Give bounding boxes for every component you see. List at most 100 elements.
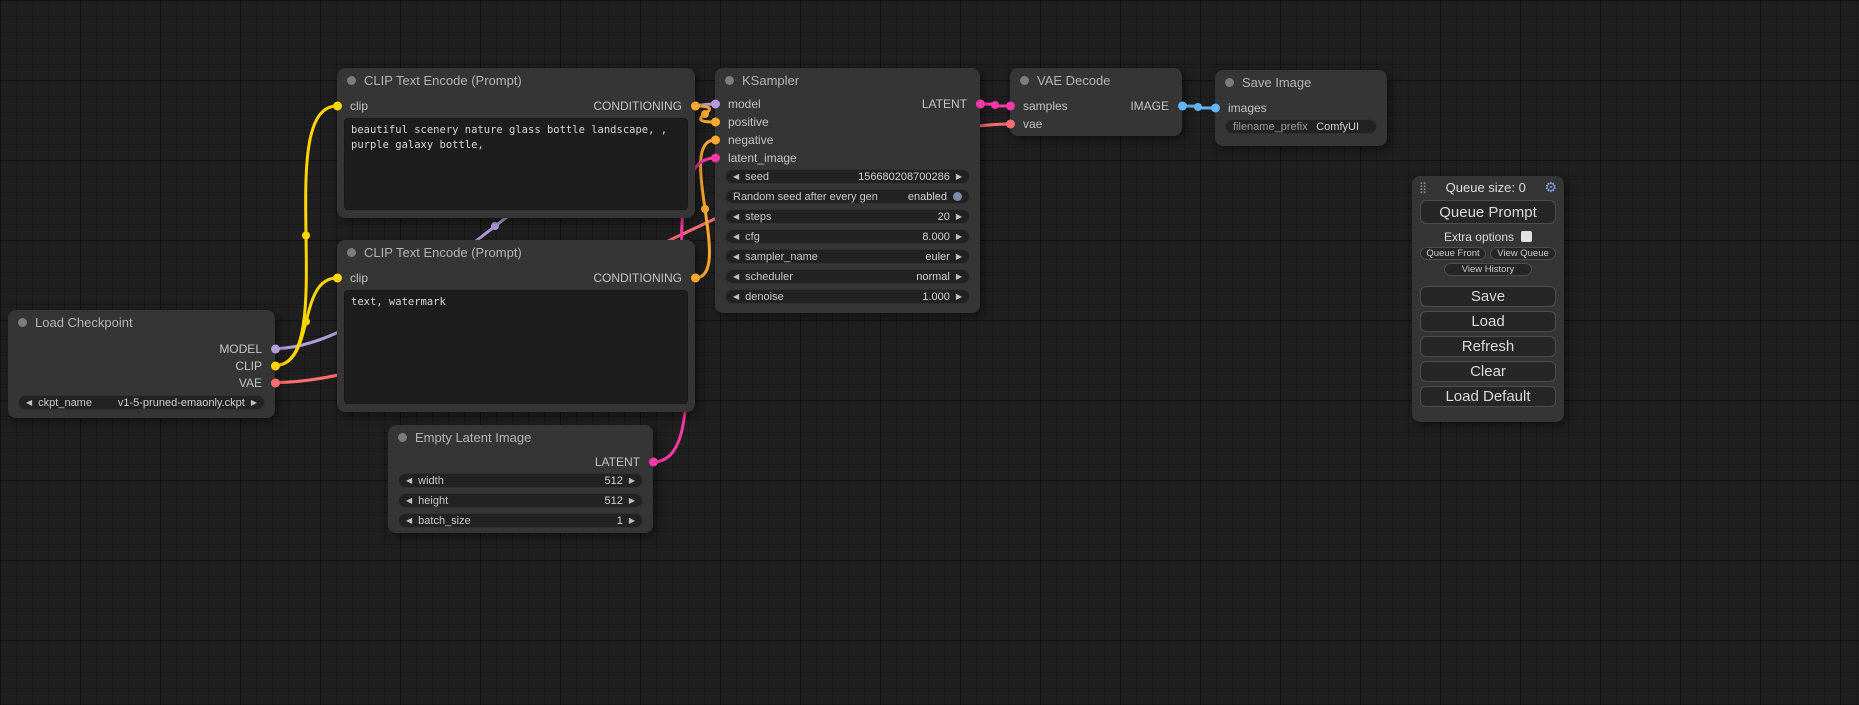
output-port-latent[interactable]: [649, 458, 658, 467]
input-port-vae[interactable]: [1006, 120, 1015, 129]
input-port-latent-image[interactable]: [711, 154, 720, 163]
extra-options-checkbox[interactable]: [1521, 231, 1532, 242]
collapse-icon[interactable]: [1225, 78, 1234, 87]
widget-cfg[interactable]: ◀ cfg 8.000 ▶: [725, 229, 970, 244]
toggle-ball-icon[interactable]: [953, 192, 962, 201]
prompt-text-input[interactable]: text, watermark: [344, 290, 688, 404]
collapse-icon[interactable]: [18, 318, 27, 327]
widget-label: Random seed after every gen: [733, 191, 878, 203]
output-label-clip: CLIP: [235, 359, 262, 373]
increment-icon[interactable]: ▶: [956, 233, 962, 241]
collapse-icon[interactable]: [725, 76, 734, 85]
output-port-image[interactable]: [1178, 102, 1187, 111]
node-clip-text-encode-negative[interactable]: CLIP Text Encode (Prompt) clip CONDITION…: [337, 240, 695, 412]
widget-ckpt-name[interactable]: ◀ ckpt_name v1-5-pruned-emaonly.ckpt ▶: [18, 395, 265, 410]
input-port-clip[interactable]: [333, 102, 342, 111]
node-empty-latent-image[interactable]: Empty Latent Image LATENT ◀ width 512 ▶ …: [388, 425, 653, 533]
node-header[interactable]: Load Checkpoint: [8, 310, 275, 334]
collapse-icon[interactable]: [398, 433, 407, 442]
input-port-images[interactable]: [1211, 104, 1220, 113]
decrement-icon[interactable]: ◀: [733, 233, 739, 241]
increment-icon[interactable]: ▶: [629, 477, 635, 485]
node-title: VAE Decode: [1037, 73, 1110, 88]
wire-midpoint-dot: [302, 318, 310, 326]
widget-scheduler[interactable]: ◀ scheduler normal ▶: [725, 269, 970, 284]
load-button[interactable]: Load: [1420, 311, 1556, 332]
input-port-positive[interactable]: [711, 118, 720, 127]
save-button[interactable]: Save: [1420, 286, 1556, 307]
decrement-icon[interactable]: ◀: [733, 173, 739, 181]
output-port-conditioning[interactable]: [691, 274, 700, 283]
node-header[interactable]: CLIP Text Encode (Prompt): [337, 240, 695, 264]
increment-icon[interactable]: ▶: [629, 517, 635, 525]
graph-canvas[interactable]: Load Checkpoint MODEL CLIP VAE ◀ ckpt_na…: [0, 0, 1859, 705]
input-label-samples: samples: [1023, 99, 1068, 113]
node-header[interactable]: VAE Decode: [1010, 68, 1182, 92]
output-port-conditioning[interactable]: [691, 102, 700, 111]
widget-seed[interactable]: ◀ seed 156680208700286 ▶: [725, 169, 970, 184]
output-port-latent[interactable]: [976, 100, 985, 109]
node-header[interactable]: Empty Latent Image: [388, 425, 653, 449]
output-port-model[interactable]: [271, 344, 280, 353]
widget-batch-size[interactable]: ◀ batch_size 1 ▶: [398, 513, 643, 528]
node-header[interactable]: KSampler: [715, 68, 980, 92]
slot-row-latent-image: latent_image: [715, 149, 980, 167]
queue-front-button[interactable]: Queue Front: [1420, 247, 1486, 260]
output-port-clip[interactable]: [271, 361, 280, 370]
input-port-negative[interactable]: [711, 136, 720, 145]
node-ksampler[interactable]: KSampler model LATENT positive negative …: [715, 68, 980, 313]
decrement-icon[interactable]: ◀: [733, 293, 739, 301]
queue-prompt-button[interactable]: Queue Prompt: [1420, 200, 1556, 224]
input-label-negative: negative: [728, 133, 773, 147]
slot-row-clip: clip CONDITIONING: [337, 269, 695, 287]
view-queue-button[interactable]: View Queue: [1490, 247, 1556, 260]
input-port-model[interactable]: [711, 100, 720, 109]
increment-icon[interactable]: ▶: [956, 173, 962, 181]
decrement-icon[interactable]: ◀: [406, 477, 412, 485]
decrement-icon[interactable]: ◀: [733, 253, 739, 261]
widget-label: denoise: [745, 291, 784, 303]
load-default-button[interactable]: Load Default: [1420, 386, 1556, 407]
refresh-button[interactable]: Refresh: [1420, 336, 1556, 357]
increment-icon[interactable]: ▶: [956, 293, 962, 301]
clear-button[interactable]: Clear: [1420, 361, 1556, 382]
increment-icon[interactable]: ▶: [251, 399, 257, 407]
increment-icon[interactable]: ▶: [629, 497, 635, 505]
node-header[interactable]: CLIP Text Encode (Prompt): [337, 68, 695, 92]
decrement-icon[interactable]: ◀: [406, 517, 412, 525]
decrement-icon[interactable]: ◀: [733, 213, 739, 221]
slot-row-images: images: [1215, 99, 1387, 117]
decrement-icon[interactable]: ◀: [406, 497, 412, 505]
node-header[interactable]: Save Image: [1215, 70, 1387, 94]
input-port-samples[interactable]: [1006, 102, 1015, 111]
input-port-clip[interactable]: [333, 274, 342, 283]
node-title: Save Image: [1242, 75, 1311, 90]
widget-random-seed-toggle[interactable]: Random seed after every gen enabled: [725, 189, 970, 204]
widget-value: euler: [925, 251, 949, 263]
widget-denoise[interactable]: ◀ denoise 1.000 ▶: [725, 289, 970, 304]
collapse-icon[interactable]: [1020, 76, 1029, 85]
prompt-text-input[interactable]: beautiful scenery nature glass bottle la…: [344, 118, 688, 210]
widget-width[interactable]: ◀ width 512 ▶: [398, 473, 643, 488]
output-port-vae[interactable]: [271, 378, 280, 387]
node-save-image[interactable]: Save Image images filename_prefix ComfyU…: [1215, 70, 1387, 146]
widget-height[interactable]: ◀ height 512 ▶: [398, 493, 643, 508]
increment-icon[interactable]: ▶: [956, 213, 962, 221]
widget-value: 512: [604, 495, 622, 507]
widget-label: batch_size: [418, 515, 471, 527]
decrement-icon[interactable]: ◀: [733, 273, 739, 281]
collapse-icon[interactable]: [347, 248, 356, 257]
collapse-icon[interactable]: [347, 76, 356, 85]
node-clip-text-encode-positive[interactable]: CLIP Text Encode (Prompt) clip CONDITION…: [337, 68, 695, 218]
node-vae-decode[interactable]: VAE Decode samples IMAGE vae: [1010, 68, 1182, 136]
node-load-checkpoint[interactable]: Load Checkpoint MODEL CLIP VAE ◀ ckpt_na…: [8, 310, 275, 418]
widget-filename-prefix[interactable]: filename_prefix ComfyUI: [1225, 119, 1377, 134]
drag-handle-icon[interactable]: ⣿: [1419, 181, 1427, 194]
widget-sampler-name[interactable]: ◀ sampler_name euler ▶: [725, 249, 970, 264]
increment-icon[interactable]: ▶: [956, 273, 962, 281]
widget-steps[interactable]: ◀ steps 20 ▶: [725, 209, 970, 224]
view-history-button[interactable]: View History: [1444, 263, 1532, 276]
increment-icon[interactable]: ▶: [956, 253, 962, 261]
decrement-icon[interactable]: ◀: [26, 399, 32, 407]
settings-gear-icon[interactable]: ⚙: [1544, 180, 1557, 194]
